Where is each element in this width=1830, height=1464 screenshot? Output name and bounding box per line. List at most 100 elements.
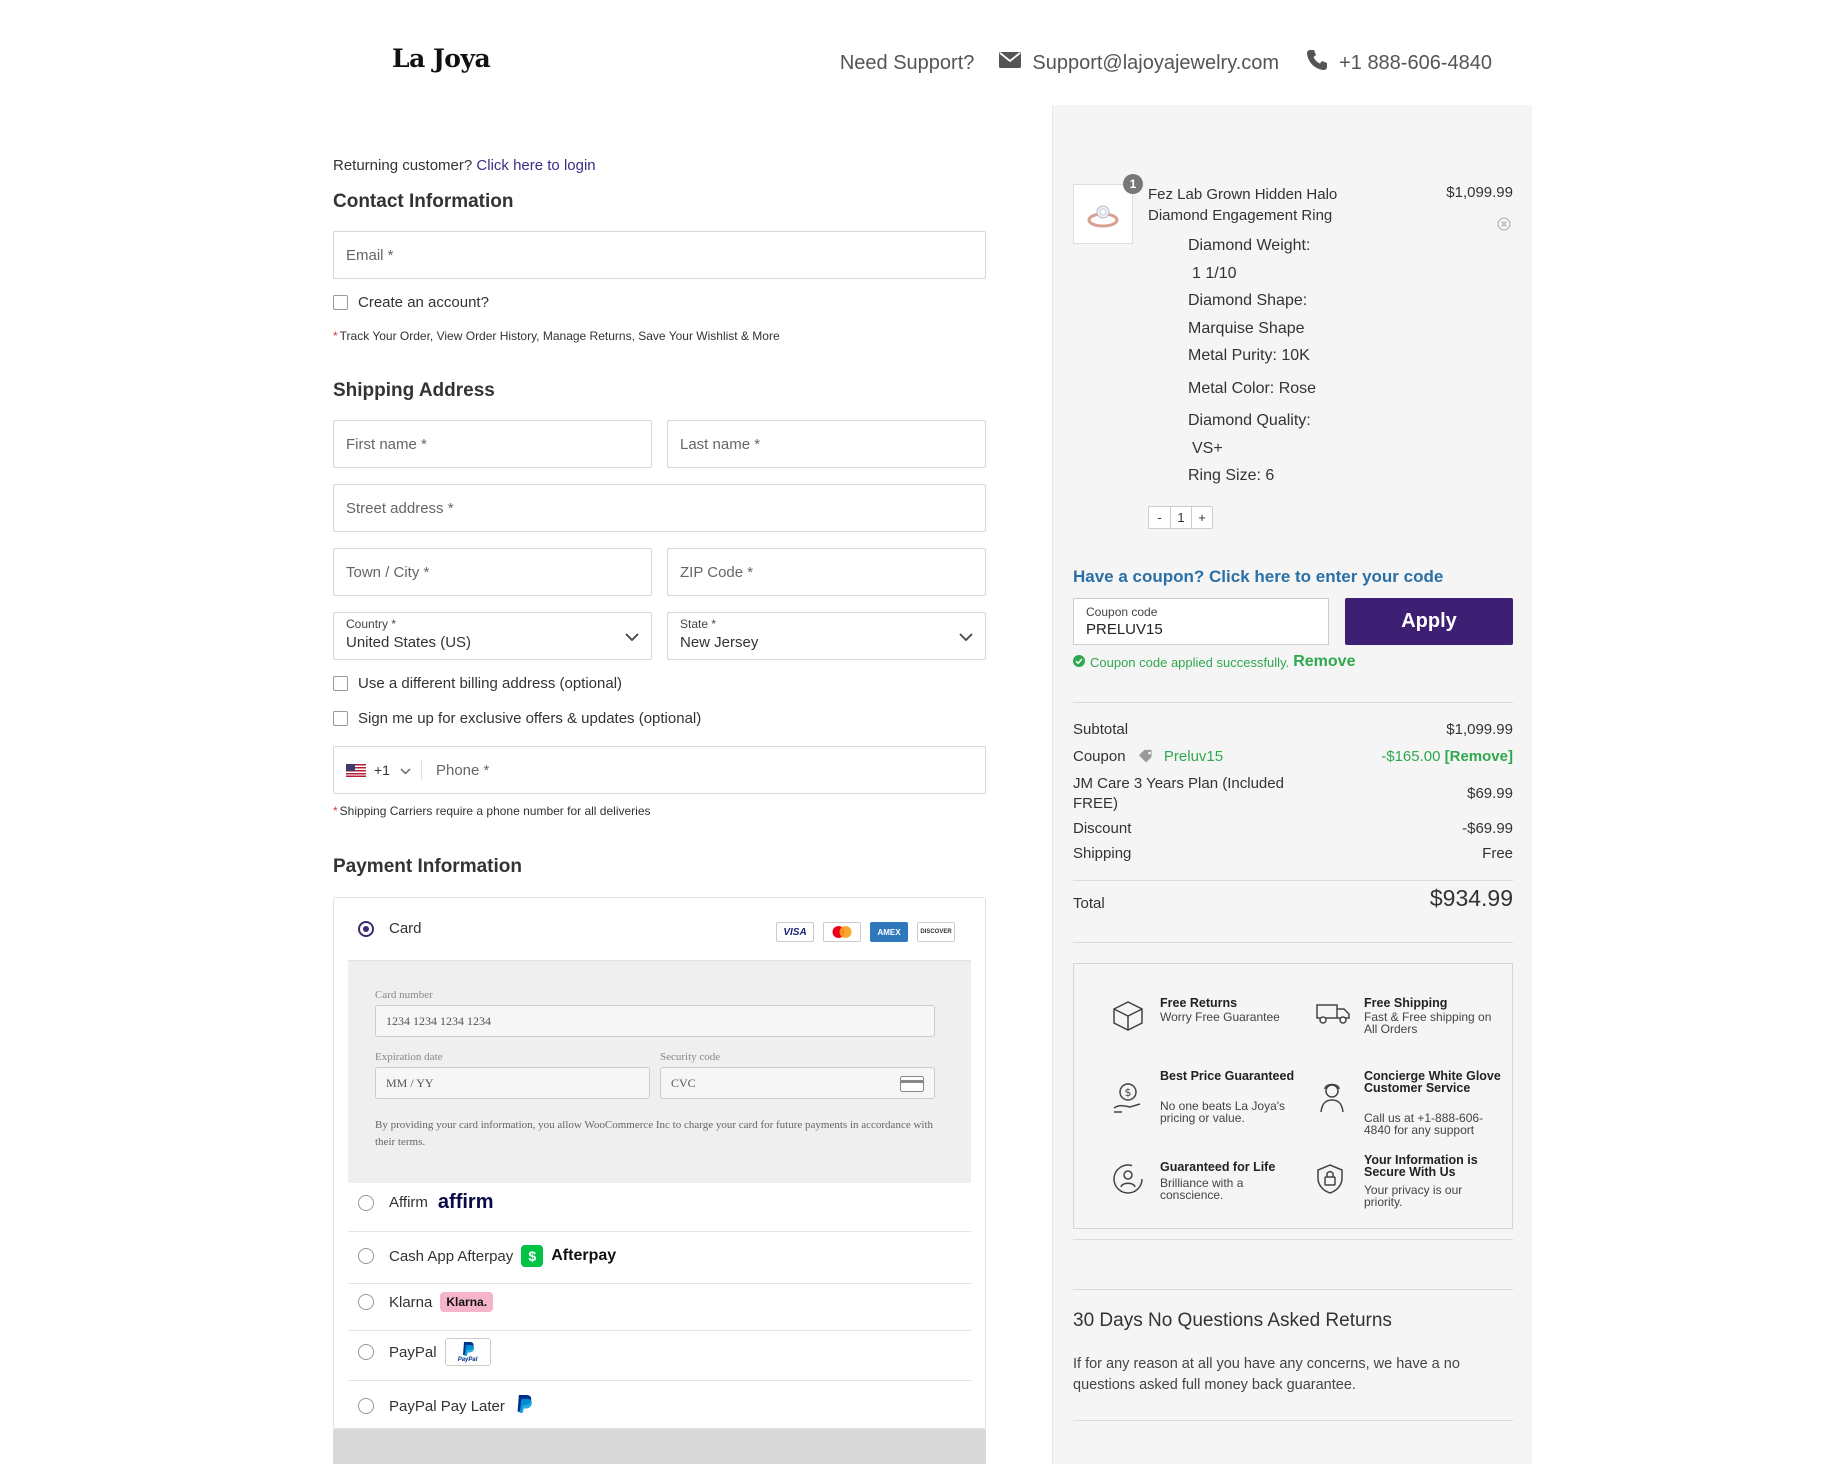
email-field[interactable]: Email * (333, 231, 986, 279)
quantity-value[interactable]: 1 (1170, 507, 1191, 528)
remove-coupon-link[interactable]: Remove (1293, 653, 1355, 671)
perk-title: Free Returns (1160, 996, 1238, 1010)
signup-offers-row[interactable]: Sign me up for exclusive offers & update… (333, 710, 701, 727)
afterpay-radio[interactable] (358, 1248, 374, 1264)
perk-title: Best Price Guaranteed (1160, 1069, 1295, 1083)
store-perks: Free Returns Worry Free Guarantee Free S… (1073, 963, 1513, 1229)
paypal-radio[interactable] (358, 1344, 374, 1360)
card-radio[interactable] (358, 920, 374, 937)
billing-address-label: Use a different billing address (optiona… (358, 675, 623, 692)
site-logo[interactable]: La Joya (392, 44, 491, 73)
affirm-radio[interactable] (358, 1194, 374, 1211)
visa-logo: VISA (776, 922, 814, 942)
site-header: La Joya Need Support? Support@lajoyajewe… (0, 0, 1830, 105)
last-name-placeholder: Last name * (680, 435, 761, 453)
total-value: $934.99 (1429, 885, 1513, 911)
affirm-logo: affirm (437, 1191, 494, 1213)
attr-metal-purity: Metal Purity: 10K (1188, 347, 1310, 364)
phone-note-text: Shipping Carriers require a phone number… (339, 804, 651, 818)
state-select[interactable]: State * New Jersey (667, 612, 986, 660)
email-placeholder: Email * (346, 246, 394, 264)
quantity-stepper[interactable]: - 1 + (1148, 506, 1213, 529)
town-placeholder: Town / City * (346, 563, 430, 581)
first-name-placeholder: First name * (346, 435, 427, 453)
coupon-row: Coupon Preluv15 -$165.00 [Remove] (1073, 748, 1513, 767)
paylater-label: PayPal Pay Later (389, 1397, 505, 1415)
last-name-field[interactable]: Last name * (667, 420, 986, 468)
affirm-label: Affirm (389, 1194, 428, 1211)
box-icon (1110, 997, 1146, 1038)
coupon-summary-code: Preluv15 (1163, 748, 1224, 765)
cvc-input[interactable]: CVC (660, 1067, 935, 1099)
expiry-input[interactable]: MM / YY (375, 1067, 650, 1099)
coupon-toggle-link[interactable]: Have a coupon? Click here to enter your … (1073, 567, 1443, 587)
cvc-label: Security code (660, 1051, 721, 1063)
envelope-icon (998, 51, 1022, 75)
attr-diamond-quality-value: VS+ (1192, 440, 1223, 457)
truck-icon (1314, 997, 1352, 1032)
phone-field[interactable]: +1 Phone * (333, 746, 986, 794)
shipping-title: Shipping Address (333, 380, 495, 401)
concierge-icon (1314, 1080, 1350, 1121)
cash-app-icon: $ (521, 1245, 544, 1267)
paylater-radio[interactable] (358, 1398, 374, 1414)
first-name-field[interactable]: First name * (333, 420, 652, 468)
lifetime-icon (1110, 1161, 1146, 1202)
coupon-code-label: Coupon code (1086, 605, 1158, 619)
perk-desc: Fast & Free shipping on All Orders (1364, 1010, 1492, 1036)
subtotal-value: $1,099.99 (1446, 721, 1513, 738)
coupon-summary-remove[interactable]: [Remove] (1445, 748, 1513, 765)
payment-option-paypal-pay-later[interactable]: PayPal Pay Later (348, 1393, 971, 1419)
increment-button[interactable]: + (1191, 507, 1212, 528)
total-label: Total (1073, 895, 1105, 912)
login-link[interactable]: Click here to login (476, 157, 595, 174)
product-name[interactable]: Fez Lab Grown Hidden Halo Diamond Engage… (1148, 184, 1368, 226)
cvc-placeholder: CVC (671, 1075, 696, 1090)
price-hand-icon: $ (1110, 1080, 1146, 1121)
zip-placeholder: ZIP Code * (680, 563, 754, 581)
paypal-label: PayPal (389, 1343, 437, 1361)
perk-title: Your Information is Secure With Us (1364, 1153, 1478, 1179)
town-city-field[interactable]: Town / City * (333, 548, 652, 596)
create-account-checkbox[interactable] (333, 295, 348, 310)
card-details-panel: Card number 1234 1234 1234 1234 Expirati… (348, 960, 971, 1183)
card-number-input[interactable]: 1234 1234 1234 1234 (375, 1005, 935, 1037)
klarna-radio[interactable] (358, 1294, 374, 1310)
perk-desc: Brilliance with a conscience. (1160, 1176, 1244, 1202)
coupon-code-input[interactable]: Coupon code PRELUV15 (1073, 598, 1329, 645)
support-label: Need Support? (839, 51, 975, 74)
apply-coupon-button[interactable]: Apply (1345, 598, 1513, 645)
klarna-label: Klarna (389, 1293, 433, 1311)
street-placeholder: Street address * (346, 499, 454, 517)
zip-code-field[interactable]: ZIP Code * (667, 548, 986, 596)
phone-country-code[interactable]: +1 (374, 762, 390, 778)
chevron-down-icon (625, 629, 639, 647)
country-select[interactable]: Country * United States (US) (333, 612, 652, 660)
billing-address-row[interactable]: Use a different billing address (optiona… (333, 675, 622, 692)
coupon-success-message: Coupon code applied successfully. Remove (1073, 653, 1355, 671)
phone-icon (1305, 48, 1329, 78)
decrement-button[interactable]: - (1149, 507, 1170, 528)
billing-address-checkbox[interactable] (333, 676, 348, 691)
payment-option-afterpay[interactable]: Cash App Afterpay $ Afterpay (348, 1245, 971, 1267)
chevron-down-icon (959, 629, 973, 647)
street-address-field[interactable]: Street address * (333, 484, 986, 532)
care-plan-value: $69.99 (1467, 785, 1513, 802)
payment-option-klarna[interactable]: Klarna Klarna. (348, 1292, 971, 1312)
payment-option-affirm[interactable]: Affirm affirm (348, 1191, 971, 1214)
support-email-link[interactable]: Support@lajoyajewelry.com (1032, 52, 1279, 75)
support-phone-link[interactable]: +1 888-606-4840 (1339, 52, 1492, 75)
shipping-label: Shipping (1073, 845, 1132, 862)
afterpay-logo: Afterpay (551, 1247, 617, 1264)
create-account-row[interactable]: Create an account? (333, 294, 489, 311)
us-flag-icon (346, 763, 366, 777)
product-thumbnail[interactable] (1073, 184, 1133, 244)
payment-option-paypal[interactable]: PayPal PayPal (348, 1338, 971, 1366)
perk-desc: Your privacy is our priority. (1364, 1183, 1463, 1209)
remove-item-icon[interactable] (1497, 217, 1511, 236)
signup-offers-checkbox[interactable] (333, 711, 348, 726)
state-label: State * (680, 617, 717, 631)
attr-diamond-shape-value: Marquise Shape (1188, 320, 1305, 337)
expiry-placeholder: MM / YY (386, 1075, 434, 1090)
chevron-down-icon[interactable] (400, 762, 411, 779)
